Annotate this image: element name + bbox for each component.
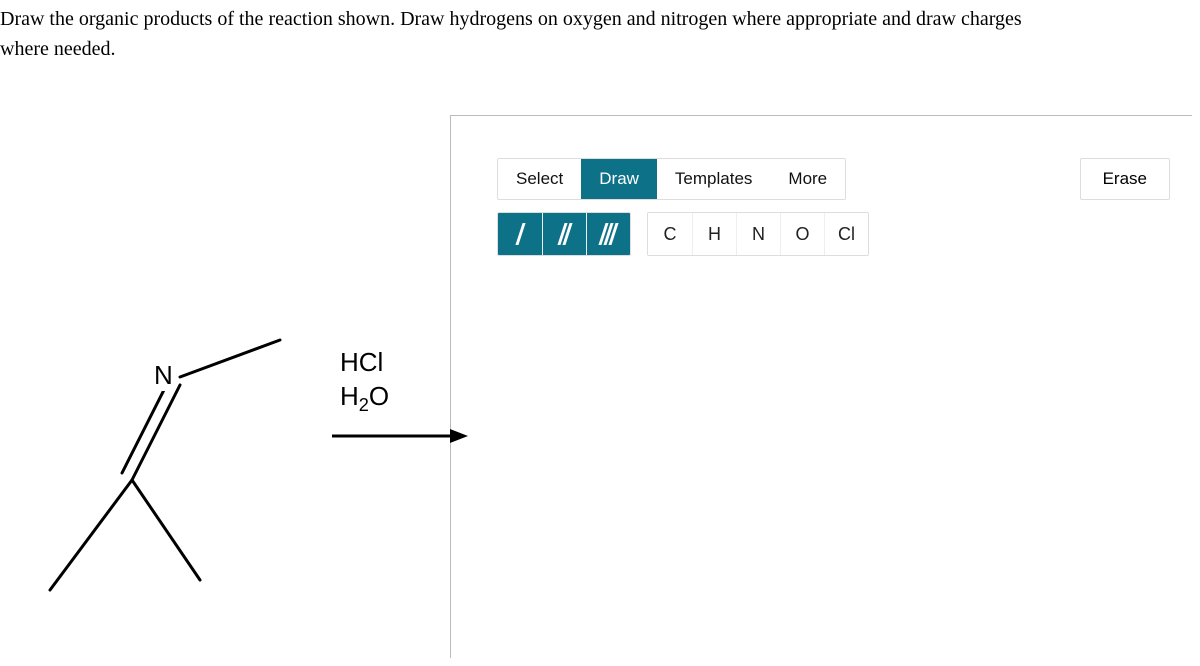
reaction-arrow-icon — [330, 424, 470, 448]
double-bond-button[interactable] — [542, 213, 586, 255]
question-line2: where needed. — [0, 38, 116, 60]
single-bond-button[interactable] — [498, 213, 542, 255]
atom-label-n: N — [154, 360, 173, 391]
reagent-h2o: H2O — [340, 380, 389, 418]
toolbar-row-tools: C H N O Cl — [497, 212, 1192, 256]
single-bond-icon — [519, 223, 522, 245]
question-line1: Draw the organic products of the reactio… — [0, 8, 1022, 30]
element-c-button[interactable]: C — [648, 213, 692, 255]
double-bond-icon — [561, 223, 569, 245]
editor-toolbar: Select Draw Templates More Erase — [497, 158, 1192, 256]
more-mode-button[interactable]: More — [770, 159, 845, 199]
draw-mode-button[interactable]: Draw — [581, 159, 657, 199]
reaction-scheme: N HCl H2O — [30, 330, 450, 630]
erase-button[interactable]: Erase — [1080, 158, 1170, 200]
element-cl-button[interactable]: Cl — [824, 213, 868, 255]
question-text: Draw the organic products of the reactio… — [0, 0, 1200, 64]
mode-button-group: Select Draw Templates More — [497, 158, 846, 200]
reagent-h2o-o: O — [369, 381, 389, 411]
element-h-button[interactable]: H — [692, 213, 736, 255]
reactant-structure — [30, 330, 330, 630]
drawing-editor[interactable]: Select Draw Templates More Erase — [450, 115, 1192, 658]
element-o-button[interactable]: O — [780, 213, 824, 255]
reagent-hcl: HCl — [340, 346, 389, 380]
reagent-h2o-h: H — [340, 381, 359, 411]
toolbar-row-modes: Select Draw Templates More Erase — [497, 158, 1192, 200]
reagent-h2o-sub: 2 — [359, 395, 369, 415]
bond-tool-group — [497, 212, 631, 256]
element-n-button[interactable]: N — [736, 213, 780, 255]
triple-bond-button[interactable] — [586, 213, 630, 255]
triple-bond-icon — [602, 223, 615, 245]
element-tool-group: C H N O Cl — [647, 212, 869, 256]
select-mode-button[interactable]: Select — [498, 159, 581, 199]
reagents-text: HCl H2O — [340, 346, 389, 418]
templates-mode-button[interactable]: Templates — [657, 159, 770, 199]
